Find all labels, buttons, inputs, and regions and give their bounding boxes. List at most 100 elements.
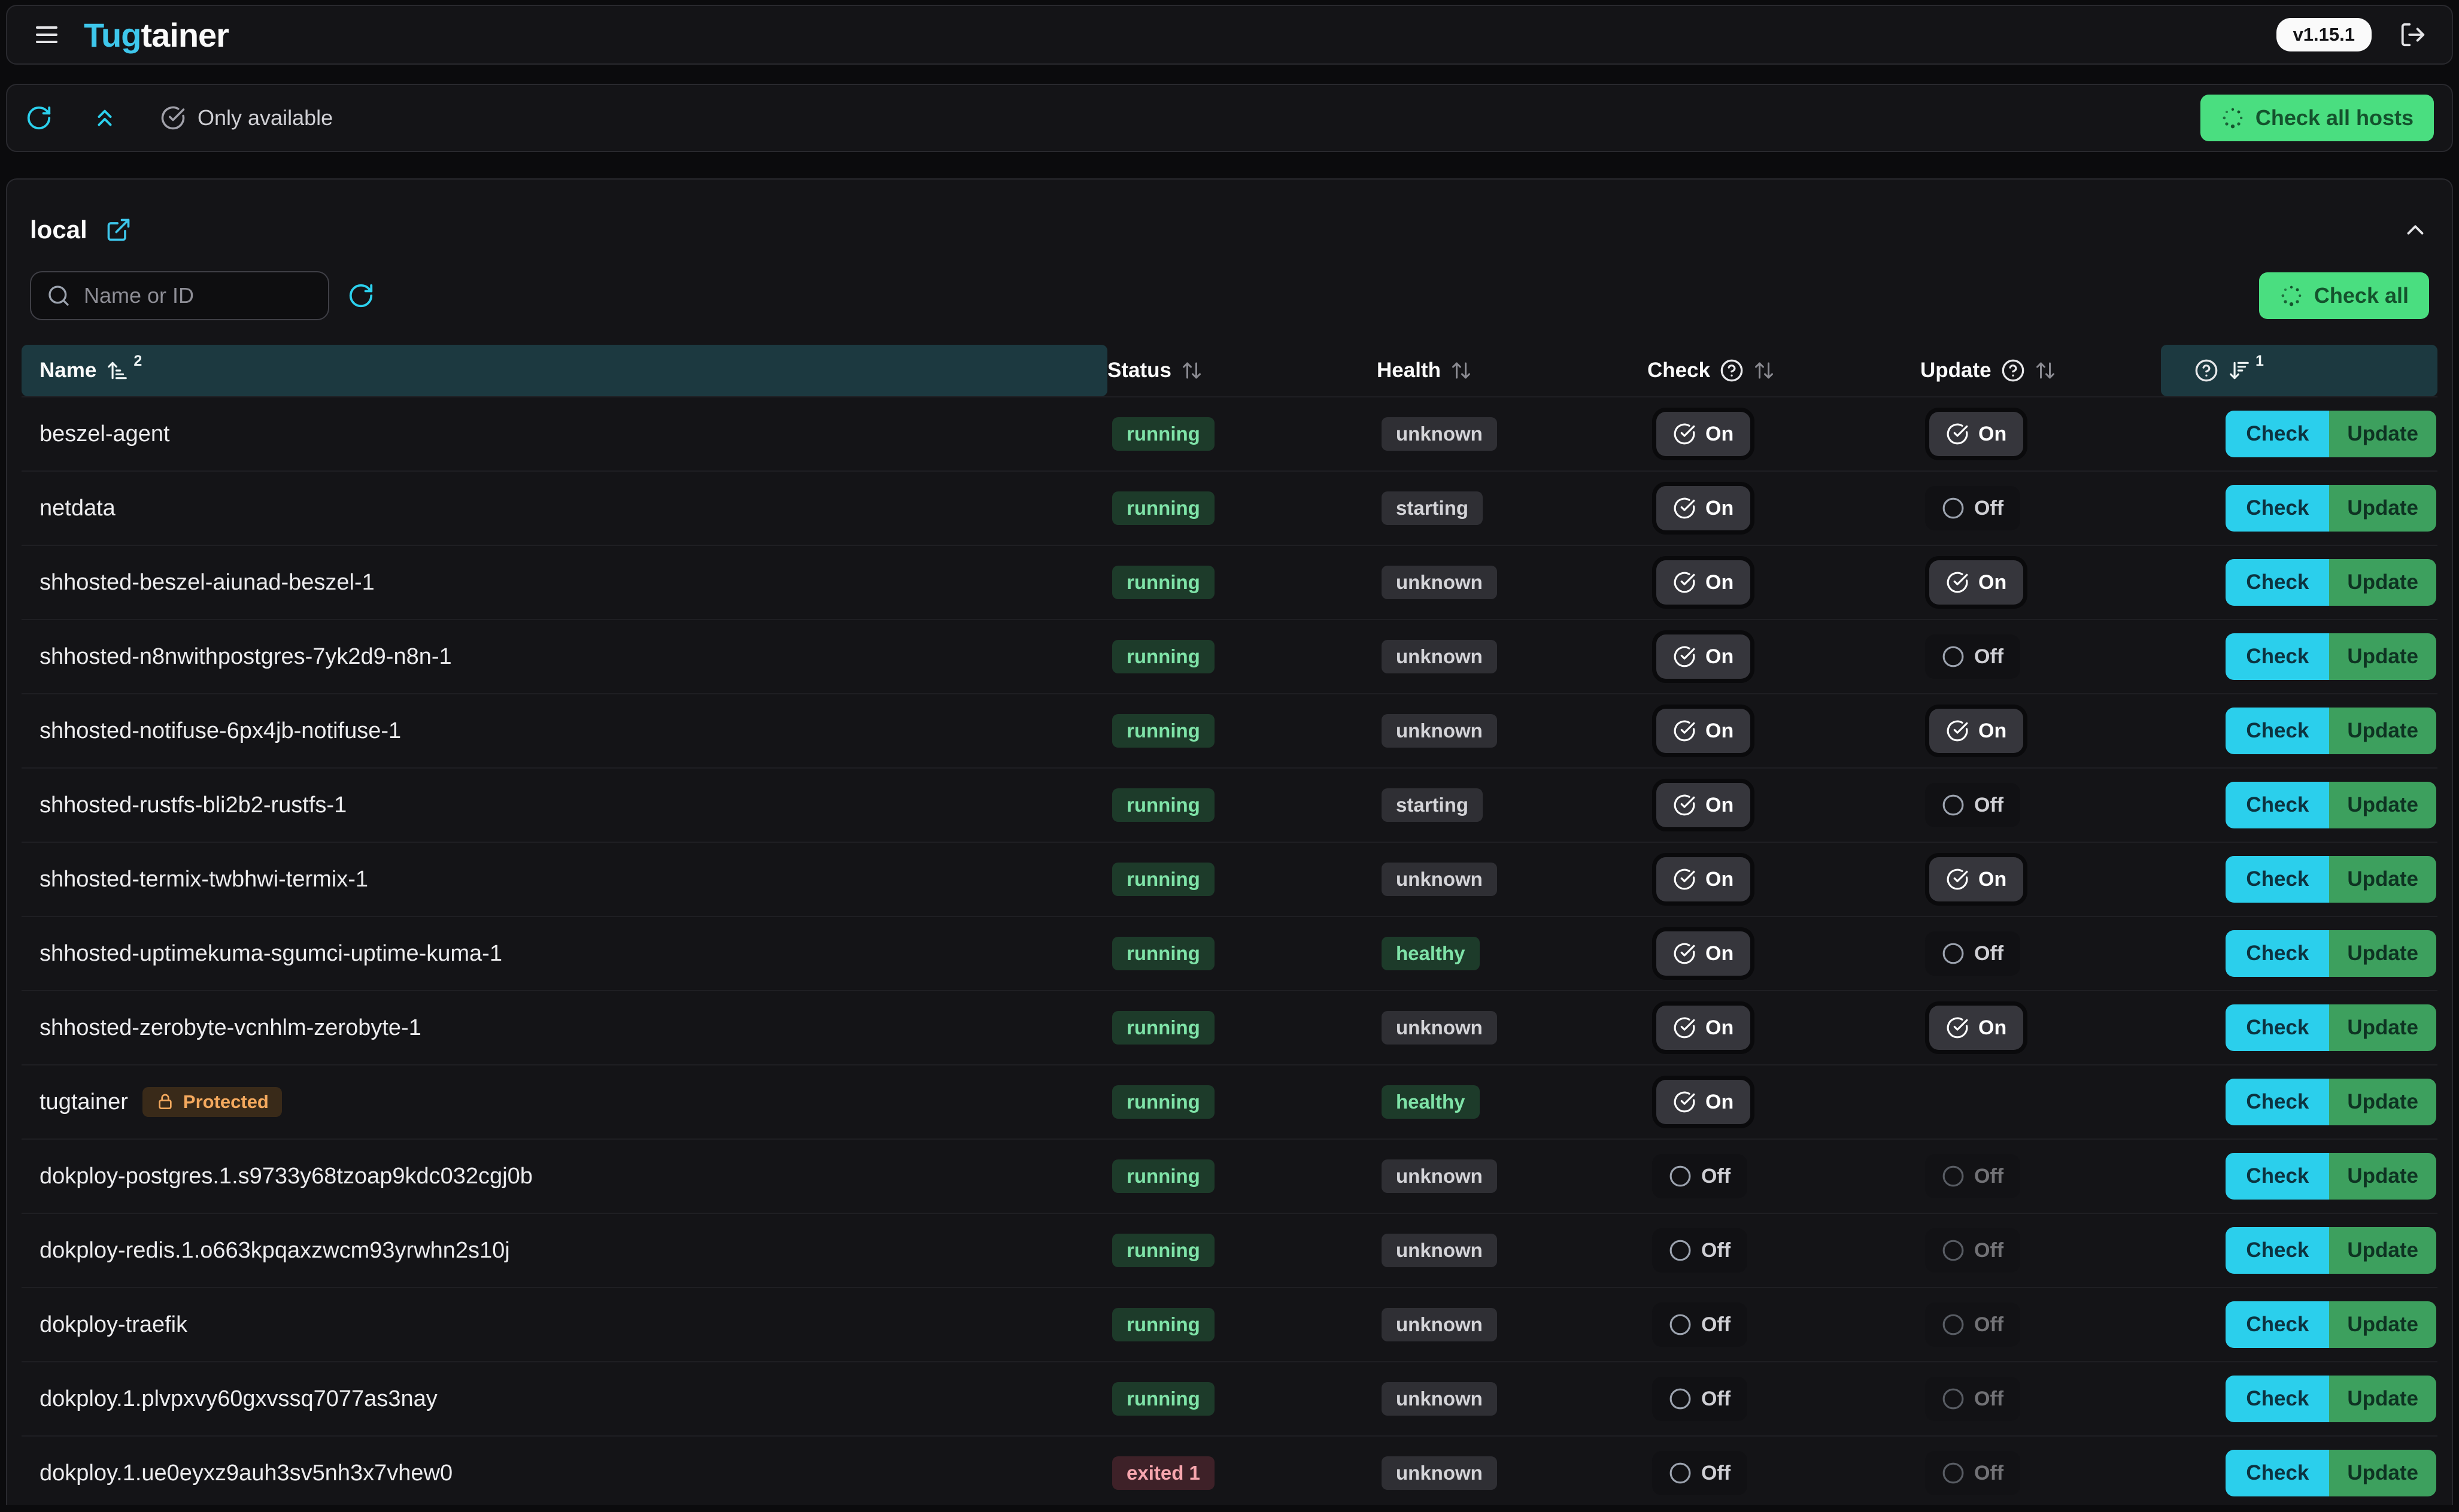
update-cell: Off xyxy=(1920,1377,2161,1421)
update-toggle[interactable]: Off xyxy=(1925,783,2020,827)
check-button[interactable]: Check xyxy=(2226,559,2329,606)
logout-button[interactable] xyxy=(2399,21,2427,48)
check-toggle[interactable]: On xyxy=(1656,560,1750,605)
update-button[interactable]: Update xyxy=(2329,559,2436,606)
update-button[interactable]: Update xyxy=(2329,1153,2436,1200)
update-button[interactable]: Update xyxy=(2329,1227,2436,1274)
check-toggle[interactable]: Off xyxy=(1652,1154,1747,1198)
circle-icon xyxy=(1942,942,1965,965)
app-logo: Tugtainer xyxy=(84,16,229,54)
check-toggle[interactable]: On xyxy=(1656,1006,1750,1050)
check-button[interactable]: Check xyxy=(2226,1301,2329,1348)
update-button[interactable]: Update xyxy=(2329,930,2436,977)
check-all-hosts-button[interactable]: Check all hosts xyxy=(2200,95,2434,141)
check-toggle[interactable]: On xyxy=(1656,857,1750,901)
update-button[interactable]: Update xyxy=(2329,1301,2436,1348)
check-toggle[interactable]: On xyxy=(1656,931,1750,976)
status-badge: running xyxy=(1112,417,1215,451)
check-circle-icon xyxy=(1673,423,1696,445)
check-button[interactable]: Check xyxy=(2226,1079,2329,1125)
column-header-check[interactable]: Check xyxy=(1647,345,1920,396)
update-toggle[interactable]: Off xyxy=(1925,634,2020,679)
sort-updown-icon xyxy=(1450,360,1472,381)
actions-cell: Check Update xyxy=(2161,1079,2437,1125)
check-toggle[interactable]: On xyxy=(1656,1080,1750,1124)
health-cell: unknown xyxy=(1377,1382,1647,1416)
check-circle-icon xyxy=(1673,794,1696,816)
collapse-all-button[interactable] xyxy=(91,104,119,132)
check-button[interactable]: Check xyxy=(2226,1004,2329,1051)
health-cell: unknown xyxy=(1377,1159,1647,1193)
column-header-update[interactable]: Update xyxy=(1920,345,2161,396)
update-toggle[interactable]: On xyxy=(1929,709,2023,753)
check-toggle[interactable]: On xyxy=(1656,634,1750,679)
update-button[interactable]: Update xyxy=(2329,1004,2436,1051)
update-button[interactable]: Update xyxy=(2329,1376,2436,1422)
update-toggle[interactable]: On xyxy=(1929,560,2023,605)
check-toggle[interactable]: Off xyxy=(1652,1377,1747,1421)
search-input[interactable] xyxy=(83,283,312,309)
update-toggle[interactable]: On xyxy=(1929,412,2023,456)
check-button[interactable]: Check xyxy=(2226,1376,2329,1422)
open-host-link[interactable] xyxy=(105,217,132,243)
check-button[interactable]: Check xyxy=(2226,856,2329,903)
sort-descending-icon xyxy=(2228,359,2251,382)
column-label-name: Name xyxy=(40,359,96,382)
check-toggle[interactable]: On xyxy=(1656,412,1750,456)
check-button[interactable]: Check xyxy=(2226,930,2329,977)
update-button[interactable]: Update xyxy=(2329,856,2436,903)
check-button[interactable]: Check xyxy=(2226,1227,2329,1274)
refresh-all-button[interactable] xyxy=(25,104,53,132)
health-cell: unknown xyxy=(1377,417,1647,451)
container-name-cell: shhosted-beszel-aiunad-beszel-1 xyxy=(22,570,1107,596)
refresh-containers-button[interactable] xyxy=(347,282,375,309)
update-button[interactable]: Update xyxy=(2329,708,2436,754)
container-name-text: tugtainer xyxy=(40,1089,128,1115)
update-button[interactable]: Update xyxy=(2329,1450,2436,1496)
container-name-text: shhosted-zerobyte-vcnhlm-zerobyte-1 xyxy=(40,1015,421,1041)
column-header-name[interactable]: Name 2 xyxy=(22,345,1107,396)
toggle-label: On xyxy=(1705,423,1734,446)
column-header-actions[interactable]: 1 xyxy=(2161,345,2437,396)
check-toggle[interactable]: Off xyxy=(1652,1228,1747,1273)
container-name-text: dokploy-postgres.1.s9733y68tzoap9kdc032c… xyxy=(40,1164,533,1189)
check-button[interactable]: Check xyxy=(2226,485,2329,532)
table-row: dokploy-postgres.1.s9733y68tzoap9kdc032c… xyxy=(22,1138,2437,1213)
update-button[interactable]: Update xyxy=(2329,485,2436,532)
status-cell: running xyxy=(1107,491,1377,525)
check-toggle[interactable]: On xyxy=(1656,486,1750,530)
hamburger-icon xyxy=(32,20,61,49)
update-toggle[interactable]: Off xyxy=(1925,486,2020,530)
only-available-toggle[interactable]: Only available xyxy=(157,105,336,131)
toggle-label: Off xyxy=(1974,1165,2003,1188)
circle-icon xyxy=(1942,1387,1965,1410)
status-cell: running xyxy=(1107,566,1377,599)
update-toggle[interactable]: On xyxy=(1929,1006,2023,1050)
column-label-health: Health xyxy=(1377,359,1441,382)
check-button[interactable]: Check xyxy=(2226,633,2329,680)
check-toggle[interactable]: Off xyxy=(1652,1451,1747,1495)
check-all-button[interactable]: Check all xyxy=(2259,272,2429,319)
check-button[interactable]: Check xyxy=(2226,411,2329,457)
update-button[interactable]: Update xyxy=(2329,782,2436,828)
update-cell: Off xyxy=(1920,634,2161,679)
update-button[interactable]: Update xyxy=(2329,633,2436,680)
update-toggle[interactable]: Off xyxy=(1925,931,2020,976)
check-toggle[interactable]: On xyxy=(1656,783,1750,827)
table-controls: Check all xyxy=(22,266,2437,326)
check-button[interactable]: Check xyxy=(2226,782,2329,828)
check-button[interactable]: Check xyxy=(2226,708,2329,754)
column-header-status[interactable]: Status xyxy=(1107,345,1377,396)
update-toggle[interactable]: On xyxy=(1929,857,2023,901)
check-toggle[interactable]: On xyxy=(1656,709,1750,753)
check-button[interactable]: Check xyxy=(2226,1153,2329,1200)
hamburger-menu-button[interactable] xyxy=(32,20,61,49)
update-button[interactable]: Update xyxy=(2329,1079,2436,1125)
update-button[interactable]: Update xyxy=(2329,411,2436,457)
collapse-host-button[interactable] xyxy=(2402,216,2429,244)
check-button[interactable]: Check xyxy=(2226,1450,2329,1496)
check-toggle[interactable]: Off xyxy=(1652,1302,1747,1347)
check-cell: On xyxy=(1647,412,1920,456)
column-header-health[interactable]: Health xyxy=(1377,345,1647,396)
container-name-cell: shhosted-termix-twbhwi-termix-1 xyxy=(22,867,1107,892)
